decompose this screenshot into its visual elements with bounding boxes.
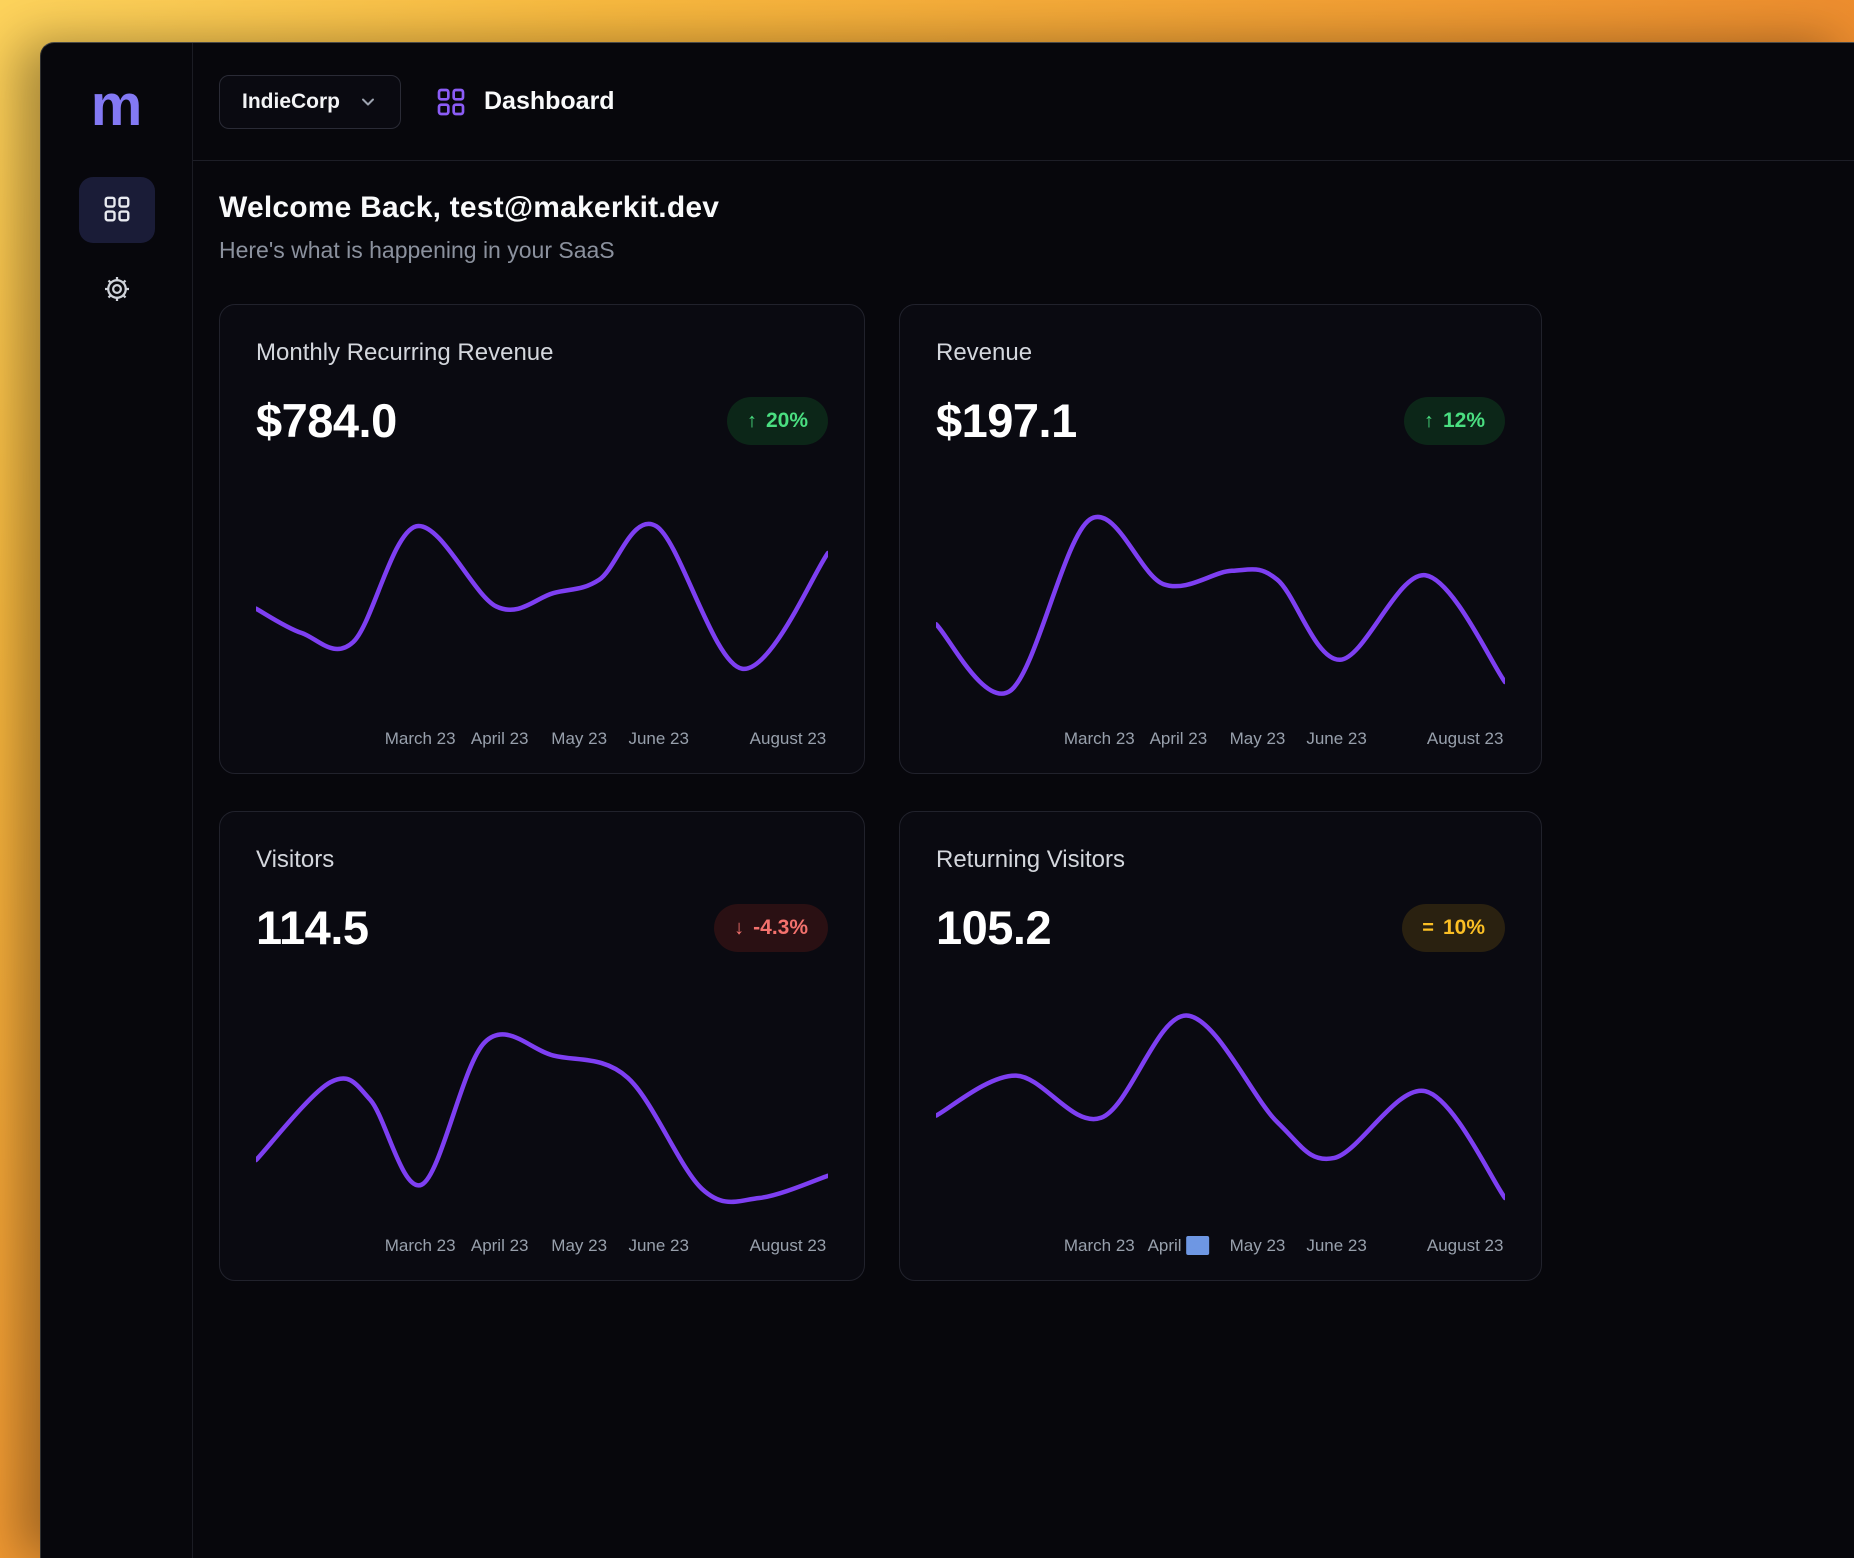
- card-title: Monthly Recurring Revenue: [256, 339, 828, 367]
- page-header: Dashboard: [435, 86, 615, 118]
- dashboard-content: Welcome Back, test@makerkit.dev Here's w…: [193, 161, 1854, 1281]
- x-tick: March 23: [1064, 1236, 1135, 1256]
- dashboard-grid-icon: [435, 86, 467, 118]
- x-tick: April 23: [1150, 729, 1208, 749]
- sidebar: m: [41, 43, 193, 1558]
- x-axis-ticks: March 23 April 23 May 23 June 23 August 23: [936, 723, 1505, 755]
- gear-icon: [102, 274, 132, 307]
- metric-card-revenue: Revenue $197.1 ↑ 12% March 23 April 23 May…: [899, 304, 1542, 774]
- card-title: Visitors: [256, 846, 828, 874]
- trend-value: 10%: [1443, 916, 1485, 940]
- metric-value: 105.2: [936, 900, 1051, 955]
- grid-icon: [102, 194, 132, 227]
- x-axis-ticks: March 23 April 23 May 23 June 23 August 23: [256, 1230, 828, 1262]
- line-chart: [936, 983, 1505, 1226]
- trend-value: -4.3%: [753, 916, 808, 940]
- x-tick: June 23: [1306, 1236, 1367, 1256]
- card-title: Revenue: [936, 339, 1505, 367]
- x-tick: March 23: [1064, 729, 1135, 749]
- trend-value: 12%: [1443, 409, 1485, 433]
- x-tick: June 23: [1306, 729, 1367, 749]
- trend-value: 20%: [766, 409, 808, 433]
- x-axis-ticks: March 23 April 23 May 23 June 23 August 23: [936, 1230, 1505, 1262]
- metric-card-visitors: Visitors 114.5 ↓ -4.3% March 23April 23M…: [219, 811, 865, 1281]
- metric-card-returning-visitors: Returning Visitors 105.2 = 10% March 23 A…: [899, 811, 1542, 1281]
- metric-value: 114.5: [256, 900, 369, 955]
- trend-badge: ↑ 20%: [727, 397, 828, 445]
- line-chart: [256, 476, 828, 719]
- metric-value: $784.0: [256, 393, 397, 448]
- app-logo: m: [91, 77, 143, 135]
- page-title: Dashboard: [484, 87, 615, 116]
- trend-badge: = 10%: [1402, 904, 1505, 952]
- metric-cards-grid: Monthly Recurring Revenue $784.0 ↑ 20% M…: [219, 304, 1828, 1281]
- trend-badge: ↓ -4.3%: [714, 904, 828, 952]
- welcome-title: Welcome Back, test@makerkit.dev: [219, 191, 1828, 225]
- trend-flat-icon: =: [1422, 918, 1434, 938]
- top-header: IndieCorp Dashboard: [193, 43, 1854, 161]
- sidebar-item-settings[interactable]: [79, 257, 155, 323]
- organization-selector[interactable]: IndieCorp: [219, 75, 401, 129]
- line-chart: [936, 476, 1505, 719]
- x-tick: April 23: [471, 1236, 529, 1256]
- x-tick: August 23: [1427, 1236, 1504, 1256]
- organization-name: IndieCorp: [242, 90, 340, 114]
- x-tick: March 23: [385, 729, 456, 749]
- x-tick: May 23: [1230, 729, 1286, 749]
- x-tick: March 23: [385, 1236, 456, 1256]
- trend-down-icon: ↓: [734, 918, 744, 938]
- app-window: m IndieCorp: [40, 42, 1854, 1558]
- main-area: IndieCorp Dashboard Welcome Back, test@m…: [193, 43, 1854, 1558]
- line-chart: [256, 983, 828, 1226]
- x-tick: August 23: [750, 729, 827, 749]
- x-tick: May 23: [1230, 1236, 1286, 1256]
- chevron-down-icon: [358, 92, 378, 112]
- x-tick: April 23: [471, 729, 529, 749]
- trend-up-icon: ↑: [1424, 411, 1434, 431]
- x-tick: August 23: [1427, 729, 1504, 749]
- desktop: { "theme": { "accent_purple": "#7e3ff2",…: [0, 0, 1854, 1558]
- card-title: Returning Visitors: [936, 846, 1505, 874]
- x-tick: June 23: [628, 1236, 689, 1256]
- metric-card-monthly-recurring-revenue: Monthly Recurring Revenue $784.0 ↑ 20% M…: [219, 304, 865, 774]
- x-axis-ticks: March 23 April 23 May 23 June 23 August 23: [256, 723, 828, 755]
- x-tick: June 23: [628, 729, 689, 749]
- metric-value: $197.1: [936, 393, 1077, 448]
- welcome-subtitle: Here's what is happening in your SaaS: [219, 237, 1828, 264]
- x-tick: August 23: [750, 1236, 827, 1256]
- sidebar-item-dashboard[interactable]: [79, 177, 155, 243]
- trend-up-icon: ↑: [747, 411, 757, 431]
- trend-badge: ↑ 12%: [1404, 397, 1505, 445]
- x-tick: April 23: [1148, 1236, 1210, 1256]
- x-tick: May 23: [551, 1236, 607, 1256]
- selected-text-highlight: 23: [1186, 1236, 1209, 1255]
- x-tick: May 23: [551, 729, 607, 749]
